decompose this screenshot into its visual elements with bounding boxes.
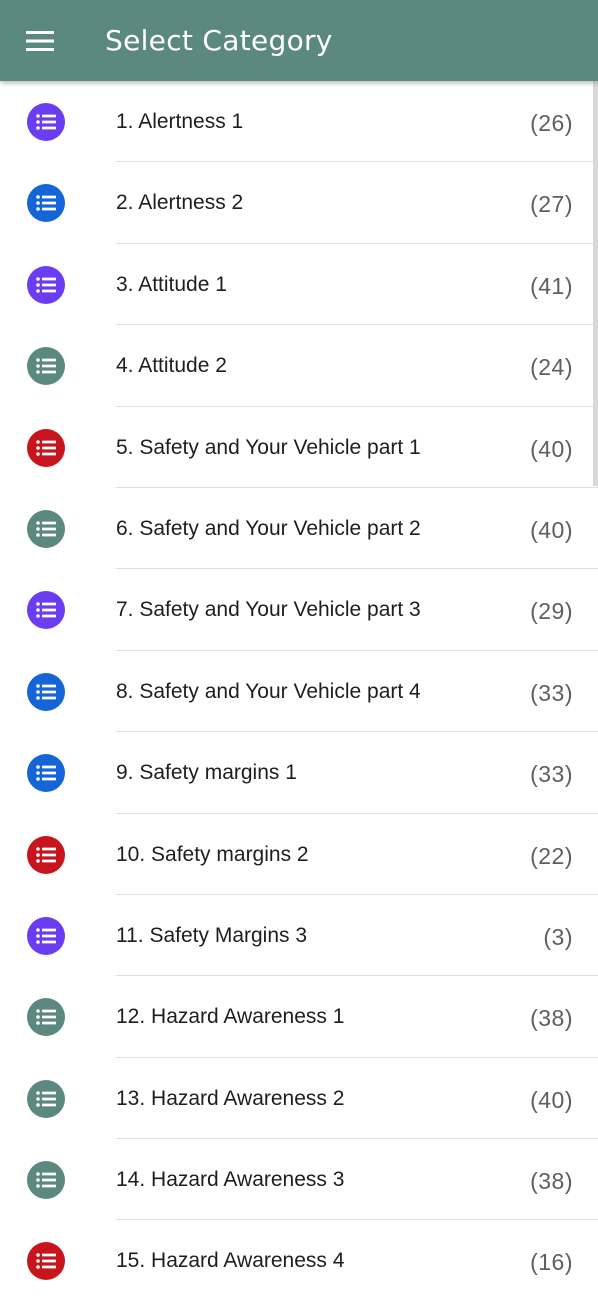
list-item-count: (40)	[530, 516, 573, 543]
list-item-label: 8. Safety and Your Vehicle part 4	[116, 679, 421, 703]
menu-button[interactable]	[20, 22, 60, 60]
list-item-15[interactable]: 15. Hazard Awareness 4 (16)	[0, 1220, 598, 1300]
list-icon	[27, 672, 65, 711]
list-icon	[27, 347, 65, 386]
app-bar: Select Category	[0, 0, 598, 81]
list-item-label: 10. Safety margins 2	[116, 842, 309, 866]
list-item-count: (22)	[530, 842, 573, 869]
list-item-13[interactable]: 13. Hazard Awareness 2 (40)	[0, 1058, 598, 1140]
list-item-label: 7. Safety and Your Vehicle part 3	[116, 598, 421, 622]
list-item-3[interactable]: 3. Attitude 1 (41)	[0, 244, 598, 326]
list-item-12[interactable]: 12. Hazard Awareness 1 (38)	[0, 976, 598, 1058]
list-item-2[interactable]: 2. Alertness 2 (27)	[0, 162, 598, 244]
list-icon	[27, 754, 65, 793]
page-title: Select Category	[105, 24, 333, 57]
list-icon	[27, 1161, 65, 1200]
category-screen: Select Category 1. Alertness 1 (26) 2. A…	[0, 0, 598, 1300]
list-item-10[interactable]: 10. Safety margins 2 (22)	[0, 814, 598, 895]
scrollbar[interactable]	[593, 81, 598, 486]
list-icon	[27, 916, 65, 955]
list-item-label: 14. Hazard Awareness 3	[116, 1168, 345, 1192]
list-item-count: (26)	[530, 110, 573, 136]
list-icon	[27, 428, 65, 467]
list-item-count: (41)	[530, 272, 573, 299]
list-icon	[27, 1242, 65, 1281]
list-icon	[27, 1079, 65, 1118]
list-icon	[27, 998, 65, 1037]
list-icon	[27, 265, 65, 304]
list-item-4[interactable]: 4. Attitude 2 (24)	[0, 325, 598, 407]
list-item-count: (3)	[543, 923, 573, 950]
list-icon	[27, 835, 65, 874]
list-item-label: 12. Hazard Awareness 1	[116, 1005, 345, 1029]
list-item-label: 11. Safety Margins 3	[116, 923, 308, 947]
list-item-count: (33)	[530, 679, 573, 706]
list-item-label: 5. Safety and Your Vehicle part 1	[116, 435, 421, 459]
list-item-7[interactable]: 7. Safety and Your Vehicle part 3 (29)	[0, 569, 598, 651]
hamburger-menu-icon	[26, 31, 54, 51]
list-item-1[interactable]: 1. Alertness 1 (26)	[0, 81, 598, 163]
list-item-9[interactable]: 9. Safety margins 1 (33)	[0, 732, 598, 814]
list-icon	[27, 184, 65, 223]
list-item-label: 13. Hazard Awareness 2	[116, 1086, 345, 1110]
list-item-label: 9. Safety margins 1	[116, 761, 297, 785]
list-item-count: (38)	[530, 1005, 573, 1032]
list-item-count: (27)	[530, 191, 573, 218]
list-icon	[27, 103, 65, 141]
list-item-count: (24)	[530, 354, 573, 381]
list-item-label: 3. Attitude 1	[116, 272, 227, 296]
list-item-5[interactable]: 5. Safety and Your Vehicle part 1 (40)	[0, 407, 598, 488]
list-item-label: 1. Alertness 1	[116, 110, 244, 133]
list-item-8[interactable]: 8. Safety and Your Vehicle part 4 (33)	[0, 651, 598, 733]
list-item-count: (40)	[530, 1086, 573, 1113]
list-item-count: (40)	[530, 435, 573, 462]
list-item-label: 2. Alertness 2	[116, 191, 244, 215]
list-item-count: (33)	[530, 761, 573, 788]
list-icon	[27, 509, 65, 548]
list-icon	[27, 591, 65, 630]
list-item-count: (38)	[530, 1168, 573, 1195]
list-item-count: (16)	[530, 1249, 573, 1276]
list-item-label: 15. Hazard Awareness 4	[116, 1249, 345, 1273]
list-item-count: (29)	[530, 598, 573, 625]
list-item-14[interactable]: 14. Hazard Awareness 3 (38)	[0, 1139, 598, 1221]
list-item-label: 4. Attitude 2	[116, 354, 227, 378]
list-item-11[interactable]: 11. Safety Margins 3 (3)	[0, 895, 598, 977]
category-list: 1. Alertness 1 (26) 2. Alertness 2 (27)	[0, 81, 598, 1300]
list-item-6[interactable]: 6. Safety and Your Vehicle part 2 (40)	[0, 488, 598, 570]
list-item-label: 6. Safety and Your Vehicle part 2	[116, 516, 421, 540]
